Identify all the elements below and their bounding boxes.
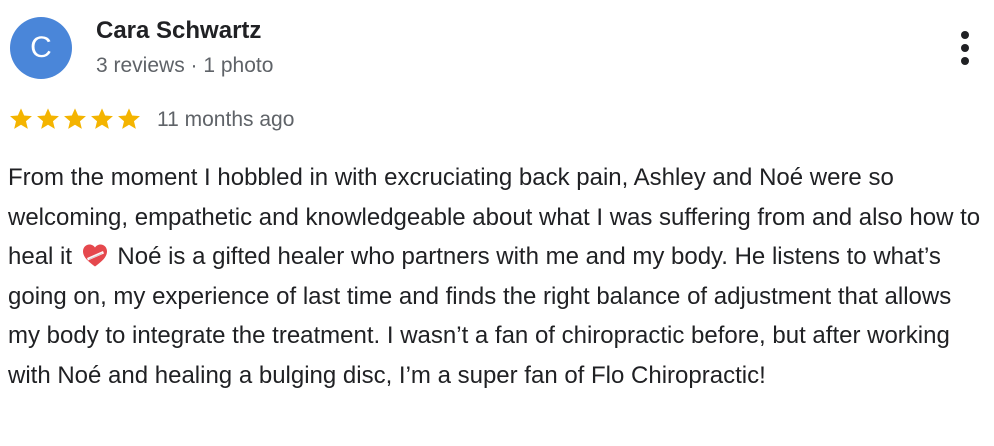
avatar-letter: C bbox=[30, 31, 52, 64]
star-icon bbox=[37, 108, 59, 129]
reviewer-meta: 3 reviews · 1 photo bbox=[96, 54, 274, 77]
avatar[interactable]: C bbox=[10, 17, 72, 79]
star-icon bbox=[10, 108, 32, 129]
review-text-part2: Noé is a gifted healer who partners with… bbox=[8, 243, 952, 389]
more-vert-icon bbox=[961, 31, 969, 65]
review-date: 11 months ago bbox=[157, 108, 295, 131]
rating-row: 11 months ago bbox=[8, 104, 294, 134]
star-rating bbox=[8, 106, 142, 132]
mending-heart-icon bbox=[82, 244, 107, 267]
star-icon bbox=[64, 108, 86, 129]
review-card: C Cara Schwartz 3 reviews · 1 photo 11 m… bbox=[0, 0, 994, 446]
star-icon bbox=[118, 108, 140, 129]
review-text: From the moment I hobbled in with excruc… bbox=[8, 158, 988, 395]
more-options-button[interactable] bbox=[952, 28, 978, 70]
reviewer-name[interactable]: Cara Schwartz bbox=[96, 17, 261, 45]
star-icon bbox=[91, 108, 113, 129]
